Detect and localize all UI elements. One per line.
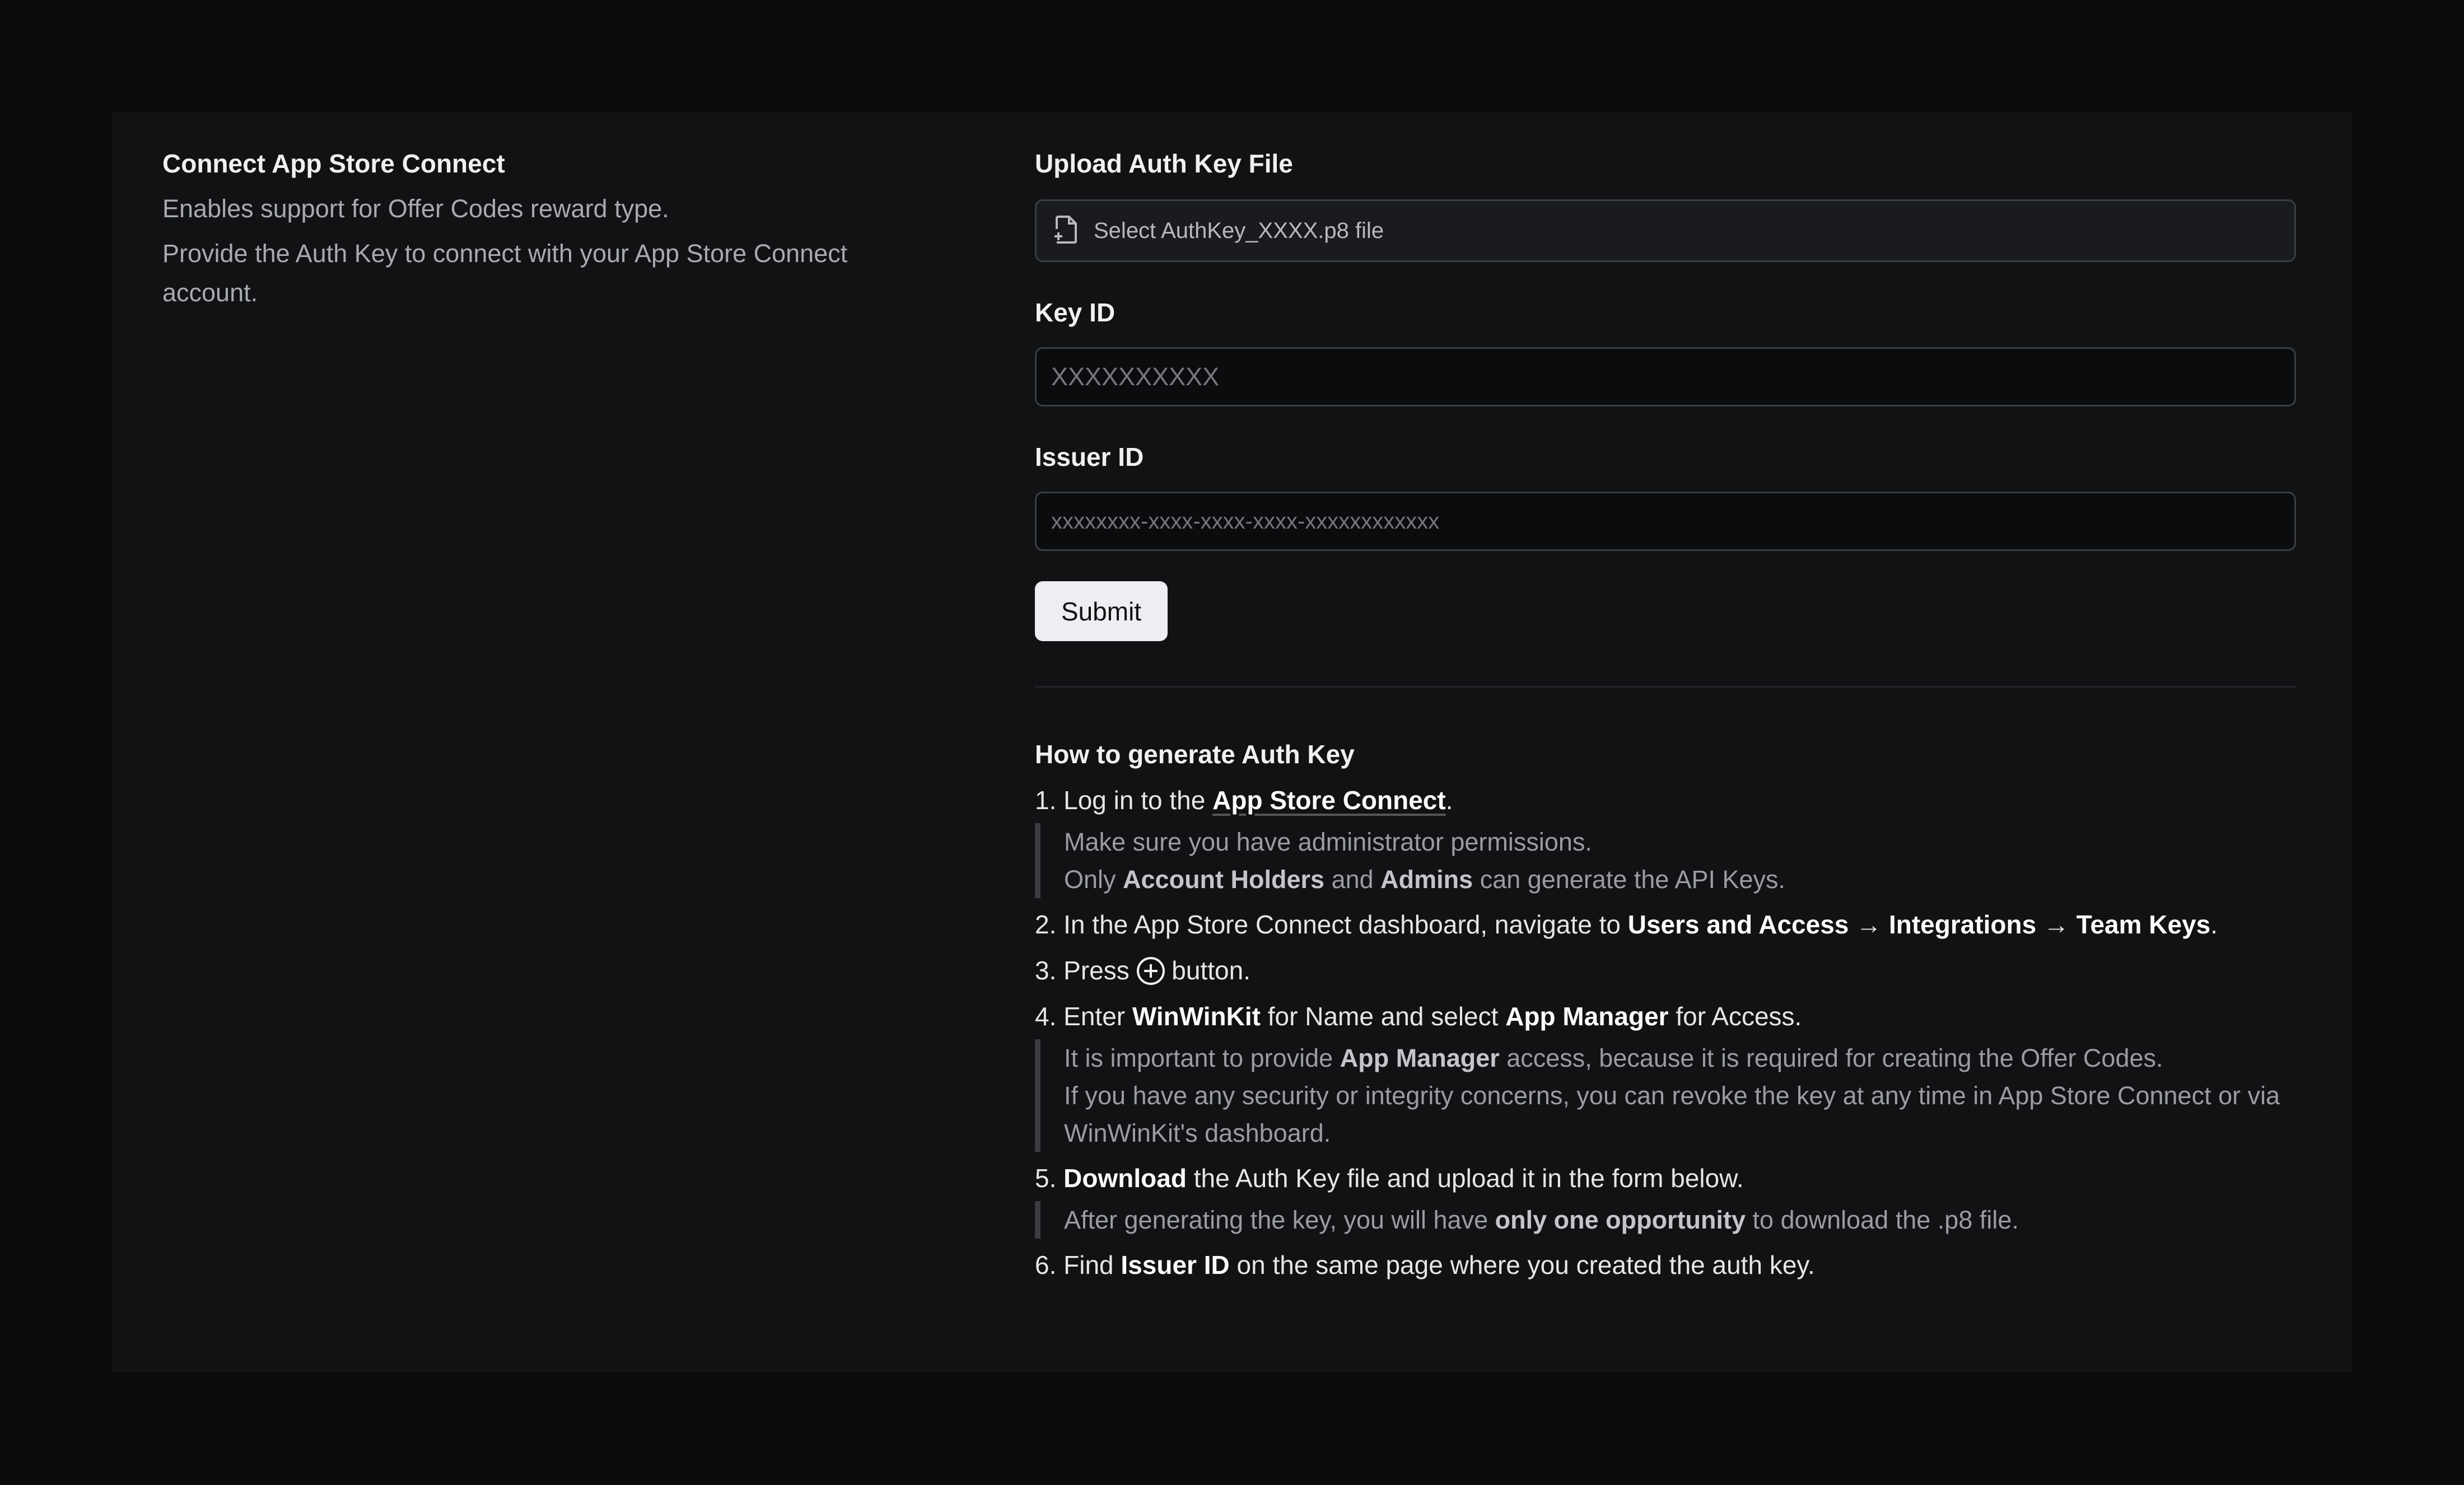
step-text: the Auth Key file and upload it in the f…	[1186, 1164, 1744, 1193]
emphasis-text: Download	[1063, 1164, 1187, 1193]
howto-step-3: 3. Press button.	[1035, 951, 2296, 990]
step-text: 6. Find	[1035, 1250, 1121, 1279]
howto-title: How to generate Auth Key	[1035, 740, 1355, 769]
upload-label: Upload Auth Key File	[1035, 149, 1293, 178]
file-upload-placeholder: Select AuthKey_XXXX.p8 file	[1094, 218, 1384, 243]
emphasis-text: Users and Access	[1627, 910, 1849, 939]
howto-steps: 1. Log in to the App Store Connect. Make …	[1035, 781, 2296, 1285]
step-text: If you have any security or integrity co…	[1064, 1081, 2280, 1147]
step-text: and	[1324, 865, 1381, 894]
emphasis-text: Issuer ID	[1121, 1250, 1230, 1279]
step-text: It is important to provide	[1064, 1044, 1340, 1072]
step-text: .	[1445, 786, 1453, 815]
howto-step-2: 2. In the App Store Connect dashboard, n…	[1035, 905, 2296, 944]
step-text: for Name and select	[1260, 1002, 1506, 1031]
step-text: access, because it is required for creat…	[1499, 1044, 2163, 1072]
step-text: .	[2210, 910, 2218, 939]
step-text: After generating the key, you will have	[1064, 1206, 1495, 1234]
step-text: 4. Enter	[1035, 1002, 1132, 1031]
key-id-input[interactable]	[1035, 347, 2296, 407]
howto-step-1: 1. Log in to the App Store Connect.	[1035, 781, 2296, 820]
auth-key-form: Upload Auth Key File Select AuthKey_XXXX…	[1035, 146, 2296, 1285]
step-text: 3. Press	[1035, 956, 1137, 985]
divider	[1035, 686, 2296, 688]
howto-step-4: 4. Enter WinWinKit for Name and select A…	[1035, 997, 2296, 1036]
section-description: Connect App Store Connect Enables suppor…	[162, 146, 935, 312]
emphasis-text: App Manager	[1340, 1044, 1500, 1072]
file-upload-button[interactable]: Select AuthKey_XXXX.p8 file	[1035, 199, 2296, 262]
emphasis-text: Integrations	[1888, 910, 2037, 939]
plus-circle-icon	[1136, 957, 1165, 985]
note-line: After generating the key, you will have …	[1064, 1201, 2296, 1239]
step-text: Make sure you have administrator permiss…	[1064, 828, 1592, 856]
howto-step-4-note: It is important to provide App Manager a…	[1035, 1039, 2296, 1152]
section-desc-2: Provide the Auth Key to connect with you…	[162, 239, 848, 307]
step-text: can generate the API Keys.	[1473, 865, 1786, 894]
emphasis-text: Team Keys	[2076, 910, 2211, 939]
issuer-id-label: Issuer ID	[1035, 442, 1144, 471]
emphasis-text: App Manager	[1505, 1002, 1669, 1031]
issuer-id-input[interactable]	[1035, 492, 2296, 551]
step-text: 2. In the App Store Connect dashboard, n…	[1035, 910, 1628, 939]
section-title: Connect App Store Connect	[162, 149, 505, 178]
step-text: 5.	[1035, 1164, 1064, 1193]
howto-step-5: 5. Download the Auth Key file and upload…	[1035, 1159, 2296, 1198]
step-text: Only	[1064, 865, 1123, 894]
step-text: for Access.	[1668, 1002, 1802, 1031]
step-text: on the same page where you created the a…	[1229, 1250, 1815, 1279]
note-line: If you have any security or integrity co…	[1064, 1077, 2296, 1152]
note-line: Only Account Holders and Admins can gene…	[1064, 861, 2296, 898]
emphasis-text: only one opportunity	[1495, 1206, 1746, 1234]
note-line: It is important to provide App Manager a…	[1064, 1039, 2296, 1077]
howto-step-1-note: Make sure you have administrator permiss…	[1035, 823, 2296, 898]
section-desc-1: Enables support for Offer Codes reward t…	[162, 194, 669, 223]
note-line: Make sure you have administrator permiss…	[1064, 823, 2296, 861]
key-id-label: Key ID	[1035, 298, 1116, 327]
step-text: button.	[1164, 956, 1250, 985]
howto-step-6: 6. Find Issuer ID on the same page where…	[1035, 1245, 2296, 1285]
step-text: →	[1849, 910, 1889, 939]
emphasis-text: Account Holders	[1123, 865, 1325, 894]
howto-step-5-note: After generating the key, you will have …	[1035, 1201, 2296, 1239]
emphasis-text: WinWinKit	[1132, 1002, 1261, 1031]
connect-app-store-card: Connect App Store Connect Enables suppor…	[112, 112, 2352, 1372]
submit-button[interactable]: Submit	[1035, 581, 1168, 641]
file-plus-icon	[1053, 215, 1078, 247]
step-text: 1. Log in to the	[1035, 786, 1213, 815]
app-store-connect-link[interactable]: App Store Connect	[1212, 786, 1446, 815]
step-text: →	[2036, 910, 2076, 939]
howto-section: How to generate Auth Key 1. Log in to th…	[1035, 735, 2296, 1285]
emphasis-text: Admins	[1380, 865, 1473, 894]
step-text: to download the .p8 file.	[1746, 1206, 2019, 1234]
